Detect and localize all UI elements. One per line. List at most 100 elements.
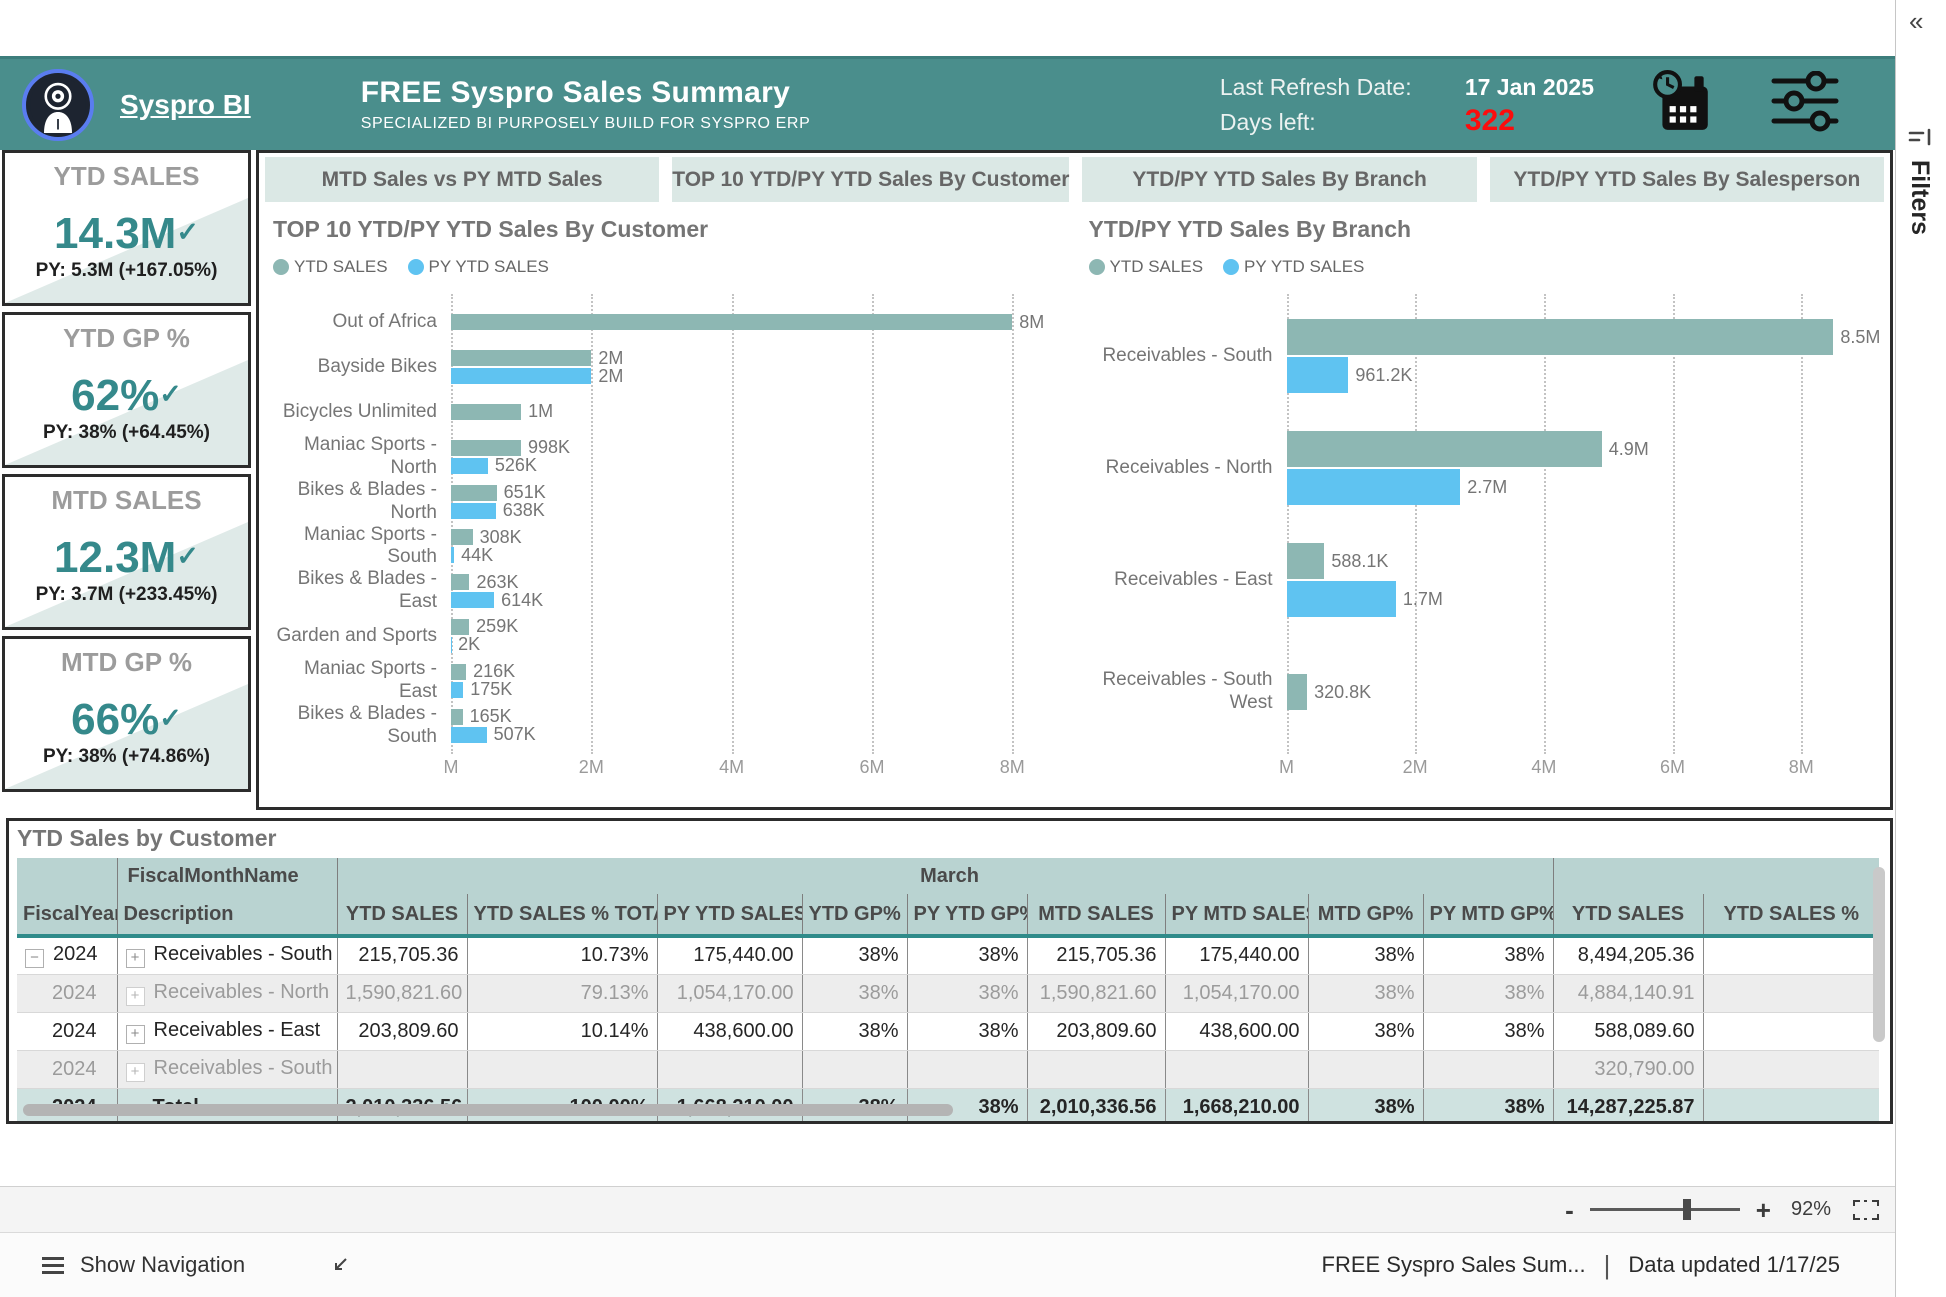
column-header[interactable]: PY MTD GP%	[1423, 894, 1553, 936]
ytd-sales-bar[interactable]	[1287, 431, 1602, 467]
bar-value-label: 2K	[458, 634, 480, 655]
py-ytd-sales-bar[interactable]	[451, 592, 494, 608]
tab-branch[interactable]: YTD/PY YTD Sales By Branch	[1082, 157, 1476, 202]
py-ytd-sales-bar[interactable]	[451, 682, 463, 698]
legend-item-ytd: YTD SALES	[273, 257, 388, 277]
ytd-sales-bar[interactable]	[451, 314, 1012, 330]
horizontal-scrollbar[interactable]	[23, 1104, 953, 1116]
sliders-settings-icon[interactable]	[1770, 71, 1840, 138]
expand-row-button[interactable]: +	[126, 1063, 145, 1082]
description-cell: Receivables - East	[154, 1019, 321, 1041]
value-cell: 10.14%	[467, 1012, 657, 1050]
value-cell: 38%	[802, 1012, 907, 1050]
py-ytd-sales-bar[interactable]	[451, 458, 488, 474]
value-cell: 1,590,821.60	[1027, 974, 1165, 1012]
filters-pane-label[interactable]: Filters	[1905, 160, 1934, 235]
ytd-sales-bar[interactable]	[451, 440, 521, 456]
collapse-pane-icon[interactable]: «	[1909, 6, 1923, 37]
expand-row-button[interactable]: +	[126, 949, 145, 968]
ytd-sales-bar[interactable]	[451, 529, 473, 545]
py-ytd-sales-bar[interactable]	[1287, 357, 1349, 393]
ytd-sales-bar[interactable]	[451, 485, 497, 501]
value-cell: 215,705.36	[337, 936, 467, 974]
column-header[interactable]: YTD SALES % TOTAL	[467, 894, 657, 936]
kpi-title: YTD GP %	[5, 323, 248, 354]
chart-row: Receivables - East588.1K1.7M	[1087, 524, 1873, 636]
ytd-sales-bar[interactable]	[451, 404, 521, 420]
py-ytd-sales-bar[interactable]	[451, 368, 591, 384]
zoom-in-button[interactable]: +	[1756, 1197, 1771, 1223]
ytd-sales-bar[interactable]	[451, 574, 469, 590]
x-tick-label: 8M	[1789, 757, 1814, 778]
bar-value-label: 320.8K	[1314, 682, 1371, 703]
kpi-card-mtd-gp: MTD GP % 66%✓ PY: 38% (+74.86%)	[2, 636, 251, 792]
chart-row: Bikes & Blades - North651K638K	[271, 479, 1057, 524]
charts-panel: MTD Sales vs PY MTD Sales TOP 10 YTD/PY …	[256, 150, 1893, 810]
ytd-sales-bar[interactable]	[1287, 674, 1308, 710]
py-ytd-sales-bar[interactable]	[1287, 581, 1396, 617]
tab-top10-customer[interactable]: TOP 10 YTD/PY YTD Sales By Customer	[672, 157, 1069, 202]
category-label: Receivables - East	[1087, 569, 1287, 592]
ytd-sales-bar[interactable]	[451, 350, 591, 366]
column-header[interactable]: PY YTD GP%	[907, 894, 1027, 936]
expand-filters-icon[interactable]	[1908, 128, 1934, 155]
zoom-out-button[interactable]: -	[1565, 1197, 1574, 1223]
table-row: 2024+Receivables - South West320,790.00	[17, 1050, 1879, 1088]
column-header[interactable]: YTD SALES %	[1703, 894, 1879, 936]
expand-row-button[interactable]: +	[126, 987, 145, 1006]
legend-item-py: PY YTD SALES	[408, 257, 549, 277]
value-cell	[802, 1050, 907, 1088]
show-navigation-button[interactable]: Show Navigation	[80, 1252, 245, 1278]
fit-to-page-icon[interactable]	[1853, 1200, 1879, 1220]
hamburger-menu-icon[interactable]	[42, 1257, 64, 1274]
zoom-slider[interactable]	[1590, 1208, 1740, 1211]
value-cell: 14,287,225.87	[1553, 1088, 1703, 1124]
py-ytd-sales-bar[interactable]	[1287, 469, 1461, 505]
column-header[interactable]: MTD GP%	[1308, 894, 1423, 936]
py-ytd-sales-bar[interactable]	[451, 727, 487, 743]
check-icon: ✓	[159, 703, 182, 733]
x-tick-label: M	[1279, 757, 1294, 778]
group-header-empty	[1553, 858, 1879, 894]
column-header[interactable]: YTD SALES	[337, 894, 467, 936]
value-cell: 38%	[1423, 1088, 1553, 1124]
py-ytd-sales-bar[interactable]	[451, 547, 454, 563]
tab-salesperson[interactable]: YTD/PY YTD Sales By Salesperson	[1490, 157, 1884, 202]
kpi-card-ytd-gp: YTD GP % 62%✓ PY: 38% (+64.45%)	[2, 312, 251, 468]
ytd-sales-bar[interactable]	[451, 709, 463, 725]
column-header[interactable]: MTD SALES	[1027, 894, 1165, 936]
value-cell: 203,809.60	[1027, 1012, 1165, 1050]
column-header[interactable]: YTD GP%	[802, 894, 907, 936]
value-cell: 2,010,336.56	[1027, 1088, 1165, 1124]
column-header[interactable]: FiscalYear	[17, 894, 117, 936]
ytd-sales-bar[interactable]	[451, 619, 469, 635]
ytd-sales-bar[interactable]	[1287, 543, 1325, 579]
bar-value-label: 2M	[598, 366, 623, 387]
value-cell	[1703, 1050, 1879, 1088]
calendar-clock-icon[interactable]	[1649, 69, 1715, 140]
group-header-fiscal-month: FiscalMonthName	[117, 858, 337, 894]
collapse-diagonal-icon[interactable]	[330, 1255, 350, 1275]
tab-mtd-vs-py[interactable]: MTD Sales vs PY MTD Sales	[265, 157, 659, 202]
x-tick-label: 6M	[859, 757, 884, 778]
column-header[interactable]: Description	[117, 894, 337, 936]
py-ytd-sales-bar[interactable]	[451, 503, 496, 519]
group-header-month: March	[337, 858, 1553, 894]
collapse-year-button[interactable]: −	[25, 949, 44, 968]
category-label: Bikes & Blades - North	[271, 479, 451, 525]
brand-name: Syspro BI	[120, 89, 251, 121]
column-header[interactable]: YTD SALES	[1553, 894, 1703, 936]
column-header[interactable]: PY YTD SALES	[657, 894, 802, 936]
ytd-sales-bar[interactable]	[1287, 319, 1834, 355]
syspro-bi-logo	[22, 69, 94, 141]
column-header[interactable]: PY MTD SALES	[1165, 894, 1308, 936]
expand-row-button[interactable]: +	[126, 1025, 145, 1044]
x-tick-label: 6M	[1660, 757, 1685, 778]
chart-row: Maniac Sports - South308K44K	[271, 524, 1057, 569]
value-cell: 38%	[1308, 936, 1423, 974]
ytd-sales-bar[interactable]	[451, 664, 466, 680]
zoom-level: 92%	[1791, 1198, 1831, 1221]
vertical-scrollbar[interactable]	[1873, 867, 1885, 1042]
x-axis: M2M4M6M8M	[1287, 757, 1873, 781]
zoom-slider-thumb[interactable]	[1683, 1199, 1691, 1220]
